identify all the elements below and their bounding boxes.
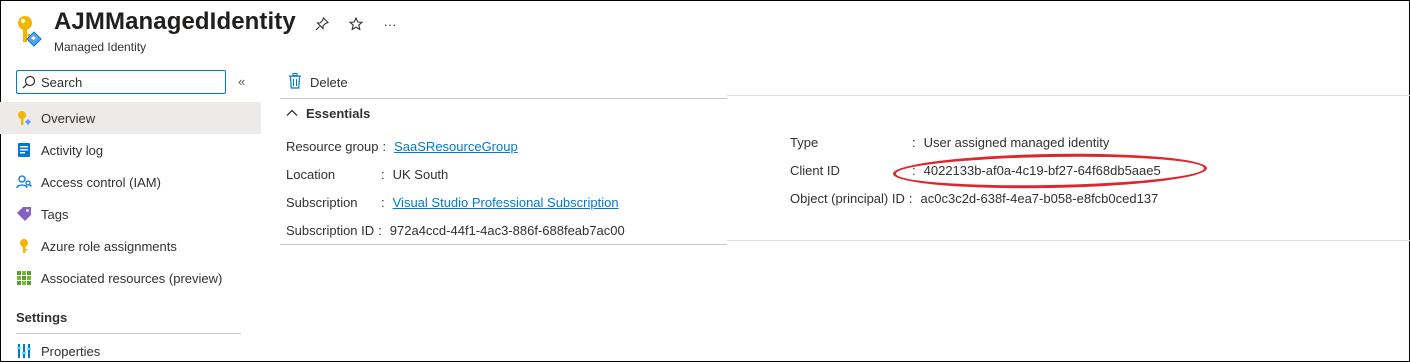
essentials-key: Type [790, 134, 819, 150]
content-divider [727, 95, 1410, 96]
essentials-row-resource-group: Resource group : SaaSResourceGroup [286, 136, 518, 156]
access-control-icon [16, 174, 32, 190]
subscription-id-value: 972a4ccd-44f1-4ac3-886f-688feab7ac00 [389, 222, 625, 238]
sidebar-item-label: Overview [41, 110, 96, 126]
settings-section-title: Settings [16, 310, 68, 325]
page-subtitle: Managed Identity [54, 40, 147, 54]
essentials-key: Subscription [286, 194, 358, 210]
essentials-key: Subscription ID [286, 222, 375, 238]
location-value: UK South [392, 166, 449, 182]
sidebar-item-tags[interactable]: Tags [0, 198, 261, 230]
star-icon[interactable] [346, 14, 366, 34]
key-icon [16, 238, 32, 254]
essentials-row-subscription-id: Subscription ID : 972a4ccd-44f1-4ac3-886… [286, 220, 625, 240]
essentials-row-client-id: Client ID : 4022133b-af0a-4c19-bf27-64f6… [790, 160, 1161, 180]
trash-icon [288, 72, 302, 92]
search-field[interactable] [16, 70, 226, 94]
search-input[interactable] [41, 74, 221, 90]
delete-label: Delete [310, 74, 348, 90]
essentials-key: Resource group [286, 138, 379, 154]
overview-icon [16, 110, 32, 126]
header-actions: ··· [312, 14, 400, 34]
managed-identity-icon [16, 14, 42, 48]
tag-icon [16, 206, 32, 222]
subscription-link[interactable]: Visual Studio Professional Subscription [393, 195, 619, 210]
resource-group-link[interactable]: SaaSResourceGroup [394, 139, 518, 154]
essentials-title: Essentials [306, 106, 371, 121]
essentials-key: Location [286, 166, 336, 182]
grid-icon [16, 270, 32, 286]
essentials-key: Object (principal) ID [790, 190, 905, 206]
essentials-divider-right [727, 240, 1410, 241]
separator: : [381, 194, 385, 210]
essentials-row-subscription: Subscription : Visual Studio Professiona… [286, 192, 619, 212]
sidebar-item-label: Activity log [41, 142, 104, 158]
search-icon [17, 71, 41, 93]
separator: : [912, 162, 916, 178]
separator: : [378, 222, 382, 238]
sidebar-item-overview[interactable]: Overview [0, 102, 261, 134]
essentials-toggle[interactable]: Essentials [286, 106, 370, 121]
sidebar-divider [16, 333, 241, 334]
sidebar-item-activity-log[interactable]: Activity log [0, 134, 261, 166]
essentials-divider [280, 244, 727, 245]
sidebar-item-access-control[interactable]: Access control (IAM) [0, 166, 261, 198]
more-icon[interactable]: ··· [380, 14, 400, 34]
toolbar-divider [280, 98, 727, 99]
sidebar-item-label: Associated resources (preview) [41, 270, 223, 286]
sidebar-item-label: Azure role assignments [41, 238, 177, 254]
properties-icon [16, 343, 32, 359]
essentials-row-object-id: Object (principal) ID : ac0c3c2d-638f-4e… [790, 188, 1158, 208]
sidebar-nav: Overview Activity log Access control (IA… [0, 102, 261, 294]
object-id-value: ac0c3c2d-638f-4ea7-b058-e8fcb0ced137 [920, 190, 1159, 206]
collapse-sidebar-button[interactable]: « [238, 74, 252, 90]
essentials-row-type: Type : User assigned managed identity [790, 132, 1109, 152]
separator: : [382, 138, 387, 154]
sidebar-item-label: Properties [41, 343, 101, 359]
essentials-row-location: Location : UK South [286, 164, 448, 184]
separator: : [908, 190, 913, 206]
delete-button[interactable]: Delete [280, 68, 348, 96]
sidebar-item-associated-resources[interactable]: Associated resources (preview) [0, 262, 261, 294]
sidebar-item-azure-role-assignments[interactable]: Azure role assignments [0, 230, 261, 262]
pin-icon[interactable] [312, 14, 332, 34]
page-title: AJMManagedIdentity [54, 8, 296, 35]
sidebar-item-label: Tags [41, 206, 69, 222]
type-value: User assigned managed identity [923, 134, 1110, 150]
separator: : [381, 166, 385, 182]
chevron-up-icon [286, 106, 298, 121]
sidebar-item-label: Access control (IAM) [41, 174, 161, 190]
sidebar-item-properties[interactable]: Properties [0, 335, 261, 362]
activity-log-icon [16, 142, 32, 158]
essentials-key: Client ID [790, 162, 840, 178]
separator: : [912, 134, 916, 150]
client-id-value: 4022133b-af0a-4c19-bf27-64f68db5aae5 [923, 162, 1161, 178]
